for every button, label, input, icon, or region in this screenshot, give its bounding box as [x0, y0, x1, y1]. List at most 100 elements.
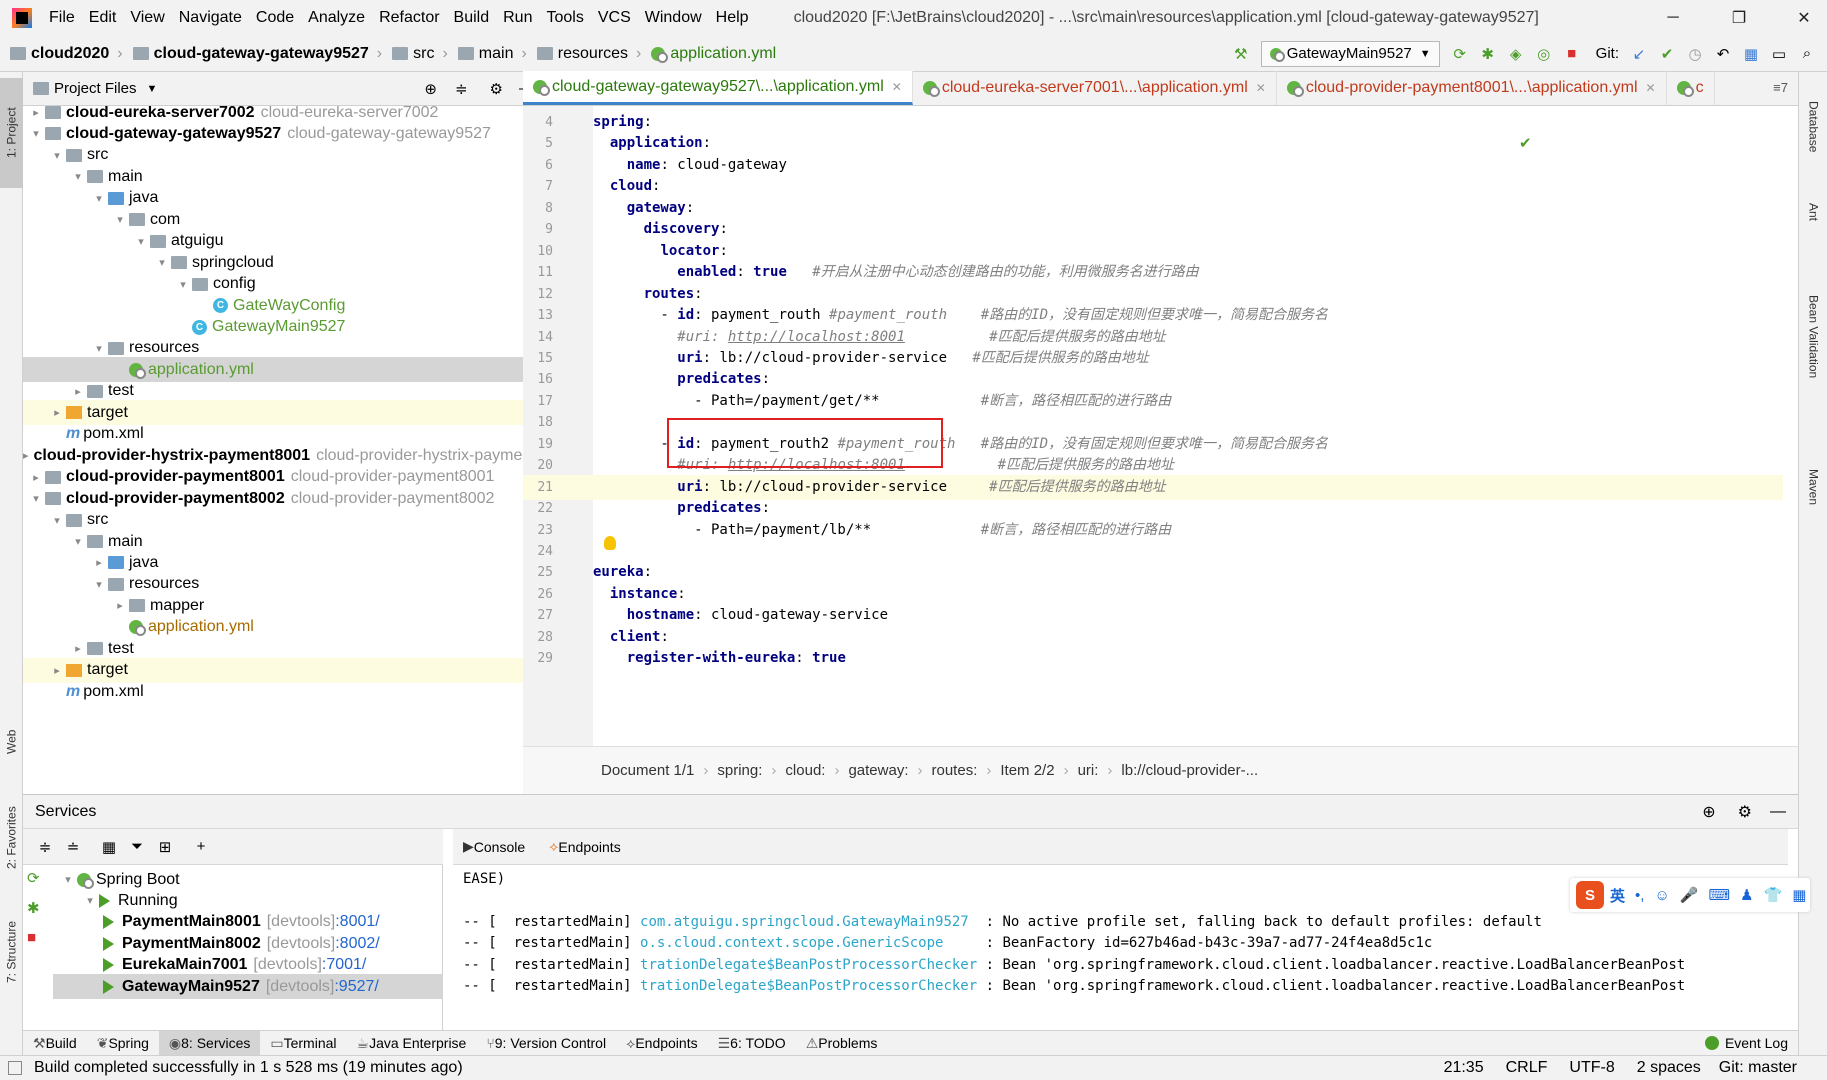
tab-database[interactable]: Database: [1799, 82, 1827, 172]
service-port-link[interactable]: :9527/: [334, 978, 378, 996]
chevron-down-icon[interactable]: ▾: [90, 192, 108, 205]
close-tab-icon[interactable]: ✕: [1256, 81, 1266, 95]
keyboard-icon[interactable]: ⌨: [1708, 886, 1730, 904]
tool-tab-problems[interactable]: ⚠ Problems: [796, 1031, 888, 1056]
tool-tab-spring[interactable]: ❦ Spring: [87, 1031, 159, 1056]
add-service-icon[interactable]: ⊕: [1702, 802, 1715, 822]
console-tab-console[interactable]: ▶ Console: [463, 838, 525, 855]
chevron-down-icon[interactable]: ▾: [48, 149, 66, 162]
editor-tab[interactable]: cloud-gateway-gateway9527\...\applicatio…: [523, 71, 913, 105]
chevron-right-icon[interactable]: ▸: [23, 449, 29, 462]
file-encoding[interactable]: UTF-8: [1569, 1059, 1614, 1077]
menu-build[interactable]: Build: [447, 9, 497, 27]
breadcrumb-item[interactable]: main ›: [457, 45, 527, 63]
stop-icon[interactable]: ■: [1558, 40, 1586, 68]
project-structure-icon[interactable]: ▦: [1737, 40, 1765, 68]
chevron-down-icon[interactable]: ▾: [132, 235, 150, 248]
yaml-breadcrumb-item[interactable]: cloud:: [785, 762, 825, 779]
event-log-tab[interactable]: Event Log: [1695, 1031, 1798, 1056]
stop-icon[interactable]: ■: [27, 929, 36, 946]
profile-icon[interactable]: ◎: [1530, 40, 1558, 68]
editor-tab[interactable]: c: [1667, 71, 1715, 105]
chevron-right-icon[interactable]: ▸: [69, 385, 87, 398]
breadcrumb-item[interactable]: cloud2020 ›: [10, 45, 123, 63]
minimize-icon[interactable]: ─: [1650, 0, 1696, 36]
ime-language[interactable]: 英: [1610, 885, 1625, 906]
git-rollback-icon[interactable]: ↶: [1709, 40, 1737, 68]
tab-bean-validation[interactable]: Bean Validation: [1799, 252, 1827, 422]
breadcrumb-item[interactable]: cloud-gateway-gateway9527 ›: [132, 45, 382, 63]
menu-refactor[interactable]: Refactor: [372, 9, 446, 27]
group-icon[interactable]: ▦: [95, 833, 123, 861]
add-icon[interactable]: +: [187, 833, 215, 861]
tab-maven[interactable]: Maven: [1799, 442, 1827, 532]
toolbox-icon[interactable]: ▦: [1792, 886, 1806, 904]
chevron-right-icon[interactable]: ▸: [69, 642, 87, 655]
chevron-right-icon[interactable]: ▸: [48, 406, 66, 419]
indent-setting[interactable]: 2 spaces: [1637, 1059, 1701, 1077]
breadcrumb-item[interactable]: resources ›: [536, 45, 641, 63]
close-icon[interactable]: ✕: [1781, 0, 1827, 36]
chevron-right-icon[interactable]: ▸: [111, 599, 129, 612]
cursor-position[interactable]: 21:35: [1444, 1059, 1484, 1077]
gear-icon[interactable]: ⚙: [1738, 802, 1752, 822]
tab-ant[interactable]: Ant: [1799, 182, 1827, 242]
tree-node[interactable]: m pom.xml: [23, 679, 544, 704]
yaml-breadcrumb-item[interactable]: routes:: [932, 762, 978, 779]
tool-tab-todo[interactable]: ☰ 6: TODO: [708, 1031, 796, 1056]
chevron-down-icon[interactable]: ▾: [69, 170, 87, 183]
yaml-breadcrumb-item[interactable]: gateway:: [848, 762, 908, 779]
yaml-breadcrumb-item[interactable]: Item 2/2: [1000, 762, 1054, 779]
expand-all-icon[interactable]: ≑: [31, 833, 59, 861]
editor-tab[interactable]: cloud-provider-payment8001\...\applicati…: [1277, 71, 1667, 105]
emoji-icon[interactable]: ☺: [1654, 887, 1669, 904]
menu-help[interactable]: Help: [709, 9, 756, 27]
chevron-down-icon[interactable]: ▾: [48, 514, 66, 527]
chevron-down-icon[interactable]: ▾: [59, 873, 77, 886]
filter-icon[interactable]: ⏷: [123, 833, 151, 861]
git-branch[interactable]: Git: master: [1719, 1059, 1797, 1077]
chevron-right-icon[interactable]: ▸: [27, 106, 45, 119]
chevron-right-icon[interactable]: ▸: [90, 556, 108, 569]
presentation-icon[interactable]: ▭: [1765, 40, 1793, 68]
chevron-down-icon[interactable]: ▾: [174, 278, 192, 291]
chevron-down-icon[interactable]: ▾: [27, 127, 45, 140]
close-tab-icon[interactable]: ✕: [892, 80, 902, 94]
tab-project[interactable]: 1: Project: [0, 78, 23, 188]
service-node[interactable]: GatewayMain9527 [devtools]:9527/: [53, 974, 443, 1000]
locate-icon[interactable]: ⊕: [424, 80, 437, 98]
hide-icon[interactable]: —: [1770, 803, 1786, 821]
tool-tab-services[interactable]: ◉ 8: Services: [158, 1030, 261, 1056]
menu-analyze[interactable]: Analyze: [301, 9, 372, 27]
tool-tab-endpoints[interactable]: ⟡ Endpoints: [616, 1031, 708, 1056]
tool-tab-version-control[interactable]: ⑂ 9: Version Control: [476, 1031, 616, 1056]
microphone-icon[interactable]: 🎤: [1680, 886, 1699, 904]
breadcrumb-item[interactable]: src ›: [392, 45, 448, 63]
menu-window[interactable]: Window: [638, 9, 709, 27]
code-line[interactable]: register-with-eureka: true: [593, 646, 1783, 671]
menu-edit[interactable]: Edit: [82, 9, 124, 27]
toggle-tool-windows-icon[interactable]: [8, 1061, 22, 1075]
gear-icon[interactable]: ⚙: [490, 80, 503, 98]
chevron-down-icon[interactable]: ▾: [81, 894, 99, 907]
tab-favorites[interactable]: 2: Favorites: [0, 788, 23, 888]
tool-tab-java-enterprise[interactable]: ☕ Java Enterprise: [347, 1031, 477, 1056]
chevron-down-icon[interactable]: ▾: [153, 256, 171, 269]
menu-tools[interactable]: Tools: [539, 9, 590, 27]
tab-structure[interactable]: 7: Structure: [0, 902, 23, 1002]
service-port-link[interactable]: :8001/: [335, 913, 379, 931]
git-update-icon[interactable]: ↙: [1625, 40, 1653, 68]
new-tab-icon[interactable]: ⊞: [151, 833, 179, 861]
coverage-icon[interactable]: ◈: [1502, 40, 1530, 68]
run-config-selector[interactable]: GatewayMain9527 ▼: [1260, 40, 1440, 67]
close-tab-icon[interactable]: ✕: [1646, 81, 1656, 95]
restore-icon[interactable]: ❐: [1716, 0, 1762, 36]
git-commit-icon[interactable]: ✔: [1653, 40, 1681, 68]
user-icon[interactable]: ♟: [1740, 886, 1753, 904]
yaml-breadcrumb-item[interactable]: spring:: [717, 762, 762, 779]
service-port-link[interactable]: :8002/: [335, 935, 379, 953]
rerun-icon[interactable]: ⟳: [1446, 40, 1474, 68]
collapse-all-icon[interactable]: ≐: [59, 833, 87, 861]
menu-vcs[interactable]: VCS: [591, 9, 638, 27]
debug-icon[interactable]: ✱: [1474, 40, 1502, 68]
